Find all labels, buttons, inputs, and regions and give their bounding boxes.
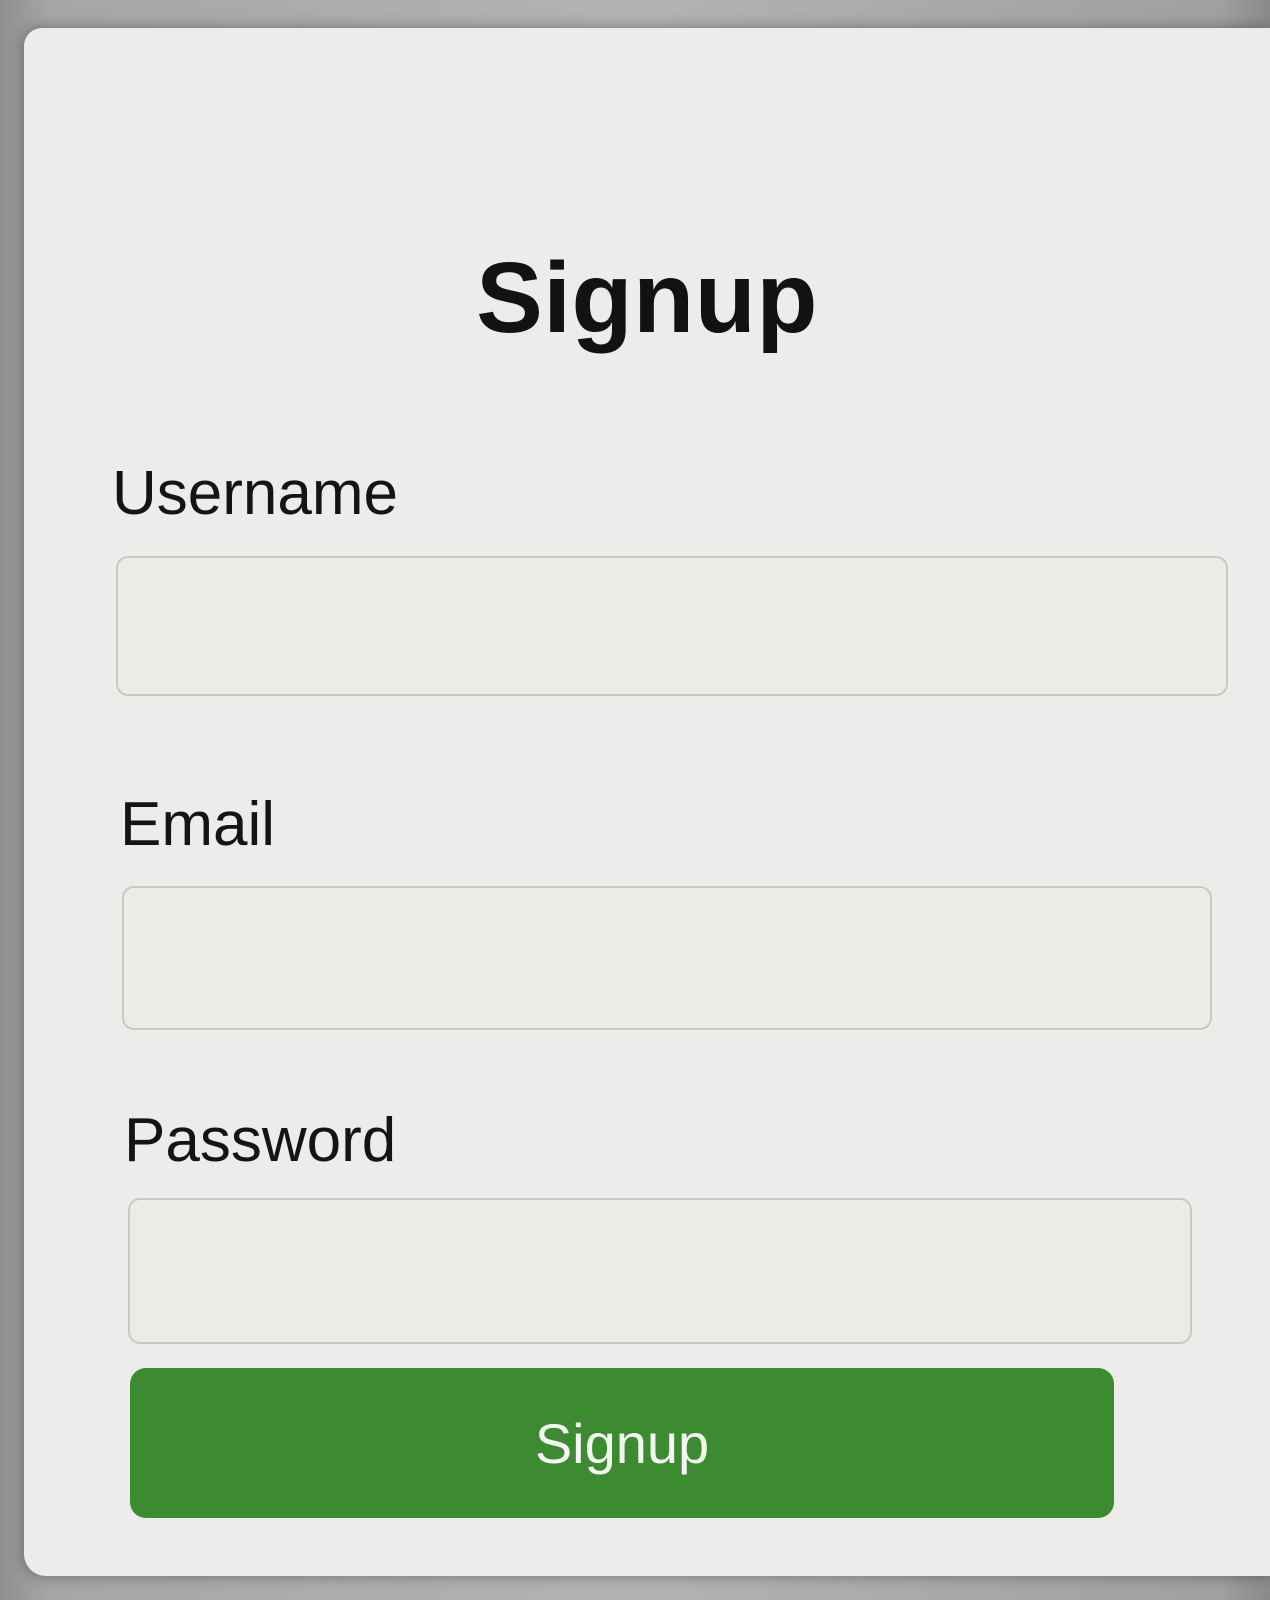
password-label: Password	[124, 1106, 397, 1175]
page-title: Signup	[476, 242, 818, 354]
email-input[interactable]	[122, 886, 1212, 1030]
password-input[interactable]	[128, 1198, 1192, 1344]
username-input[interactable]	[116, 556, 1228, 696]
username-label: Username	[112, 459, 398, 528]
signup-button[interactable]: Signup	[130, 1368, 1114, 1518]
signup-card: Signup Username Email Password Signup	[24, 28, 1270, 1576]
email-label: Email	[120, 790, 276, 859]
